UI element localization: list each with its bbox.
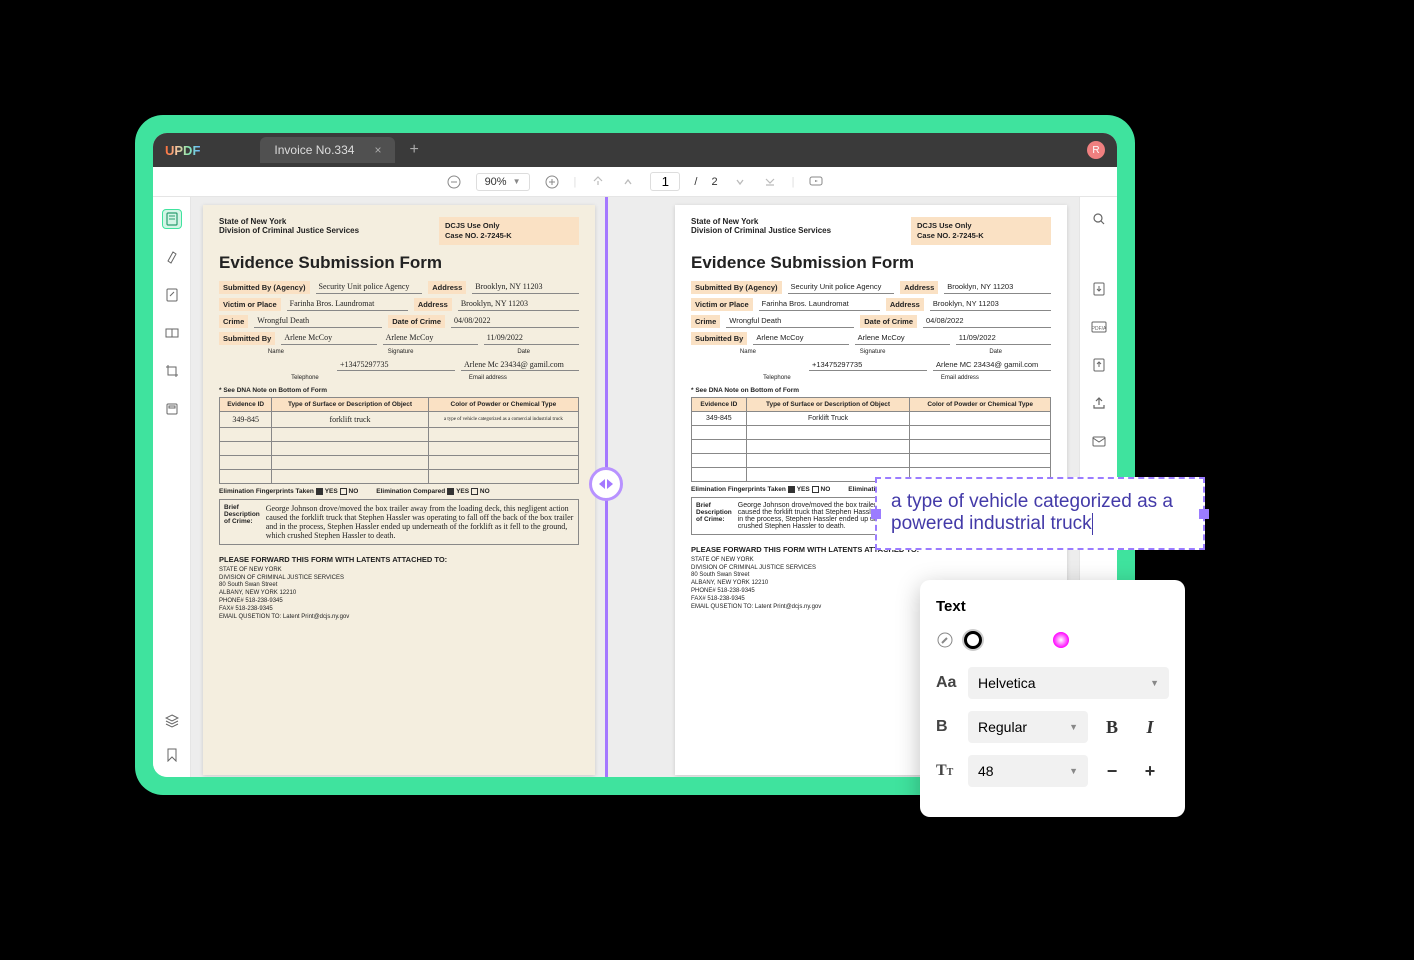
- font-weight-icon: B: [936, 718, 958, 736]
- bold-button[interactable]: B: [1098, 713, 1126, 741]
- text-properties-panel: Text Aa Helvetica▼ B Regular▼ B I TT 48▼…: [920, 580, 1185, 817]
- font-weight-select[interactable]: Regular▼: [968, 711, 1088, 743]
- dcjs-box: DCJS Use Only Case NO. 2-7245-K: [439, 217, 579, 245]
- new-tab-button[interactable]: +: [409, 141, 418, 159]
- decrease-size-button[interactable]: −: [1098, 757, 1126, 785]
- zoom-in-button[interactable]: [544, 174, 560, 190]
- resize-handle-right[interactable]: [1199, 509, 1209, 519]
- color-wheel-icon[interactable]: [1052, 631, 1070, 649]
- compare-handle[interactable]: [589, 467, 623, 501]
- color-picker-icon[interactable]: [936, 631, 954, 649]
- close-icon[interactable]: ×: [374, 143, 381, 157]
- evidence-table: Evidence IDType of Surface or Descriptio…: [219, 397, 579, 484]
- font-size-select[interactable]: 48▼: [968, 755, 1088, 787]
- resize-handle-left[interactable]: [871, 509, 881, 519]
- pdfa-icon[interactable]: PDF/A: [1089, 317, 1109, 337]
- page-separator: /: [694, 176, 697, 188]
- italic-button[interactable]: I: [1136, 713, 1164, 741]
- crop-tool-icon[interactable]: [162, 361, 182, 381]
- layers-icon[interactable]: [162, 711, 182, 731]
- edit-tool-icon[interactable]: [162, 285, 182, 305]
- presentation-icon[interactable]: [808, 174, 824, 190]
- callout-text[interactable]: a type of vehicle categorized as a power…: [891, 491, 1189, 535]
- reader-tool-icon[interactable]: [162, 209, 182, 229]
- prev-page-button[interactable]: [620, 174, 636, 190]
- next-page-button[interactable]: [732, 174, 748, 190]
- save-icon[interactable]: [1089, 355, 1109, 375]
- font-family-select[interactable]: Helvetica▼: [968, 667, 1169, 699]
- organize-tool-icon[interactable]: [162, 323, 182, 343]
- page-total: 2: [711, 176, 717, 188]
- division-line: Division of Criminal Justice Services: [219, 226, 359, 235]
- titlebar: UPDF Invoice No.334 × + R: [153, 133, 1117, 167]
- page-input[interactable]: [650, 172, 680, 191]
- first-page-button[interactable]: [590, 174, 606, 190]
- export-icon[interactable]: [1089, 279, 1109, 299]
- search-icon[interactable]: [1089, 209, 1109, 229]
- font-family-icon: Aa: [936, 674, 958, 692]
- sidebar-left: [153, 197, 191, 777]
- highlight-tool-icon[interactable]: [162, 247, 182, 267]
- color-row: [936, 631, 1169, 649]
- share-icon[interactable]: [1089, 393, 1109, 413]
- tab-label: Invoice No.334: [274, 143, 354, 157]
- svg-text:PDF/A: PDF/A: [1091, 326, 1106, 332]
- user-avatar[interactable]: R: [1087, 141, 1105, 159]
- zoom-select[interactable]: 90% ▼: [476, 173, 530, 191]
- forward-address: STATE OF NEW YORKDIVISION OF CRIMINAL JU…: [219, 567, 579, 622]
- state-line: State of New York: [219, 217, 359, 226]
- text-edit-callout[interactable]: a type of vehicle categorized as a power…: [875, 477, 1205, 550]
- increase-size-button[interactable]: +: [1136, 757, 1164, 785]
- last-page-button[interactable]: [762, 174, 778, 190]
- tab-active[interactable]: Invoice No.334 ×: [260, 137, 395, 163]
- page-left: State of New York Division of Criminal J…: [203, 205, 595, 775]
- form-tool-icon[interactable]: [162, 399, 182, 419]
- panel-title: Text: [936, 598, 1169, 615]
- zoom-out-button[interactable]: [446, 174, 462, 190]
- font-size-icon: TT: [936, 762, 958, 780]
- bookmark-icon[interactable]: [162, 745, 182, 765]
- toolbar: 90% ▼ | / 2 |: [153, 167, 1117, 197]
- zoom-value: 90%: [485, 176, 507, 188]
- color-selected[interactable]: [964, 631, 982, 649]
- chevron-down-icon: ▼: [513, 177, 521, 186]
- email-icon[interactable]: [1089, 431, 1109, 451]
- app-logo: UPDF: [165, 143, 200, 158]
- form-title: Evidence Submission Form: [219, 253, 579, 273]
